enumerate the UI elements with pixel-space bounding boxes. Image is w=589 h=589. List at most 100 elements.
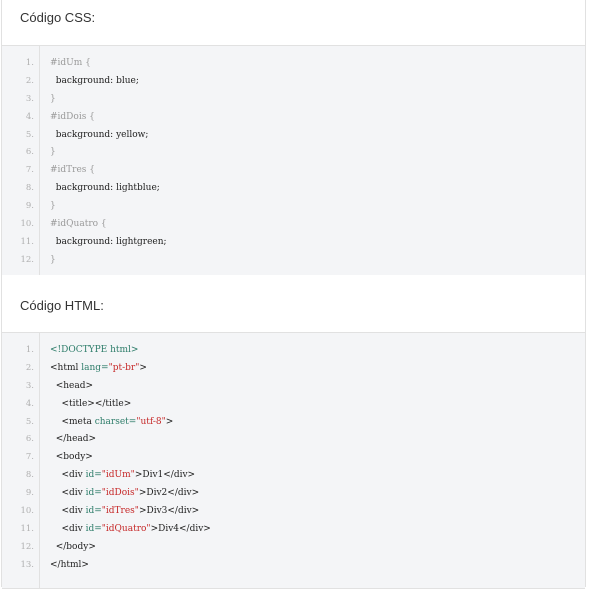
code-text: } (50, 91, 56, 109)
css-code-lines: 1. #idUm {2. background: blue; 3.} 4. #idDoi… (2, 55, 585, 270)
line-number: 12. (20, 541, 34, 552)
code-text: background: blue; (50, 73, 139, 91)
code-token: "pt-br" (108, 362, 140, 373)
code-line: 2. background: blue; (2, 73, 585, 91)
code-token: } (50, 147, 56, 158)
code-token: <html (50, 362, 82, 373)
code-line: 5. background: yellow; (2, 127, 585, 145)
code-token: </head> (50, 434, 97, 445)
code-text: <head> (50, 378, 93, 396)
code-line: 11. <div id="idQuatro">Div4</div> (2, 521, 585, 539)
code-token: > (165, 416, 174, 427)
code-text: #idUm { (50, 55, 91, 73)
code-text: #idTres { (50, 162, 95, 180)
code-token: >Div2</div> (138, 488, 200, 499)
code-line: 9. <div id="idDois">Div2</div> (2, 485, 585, 503)
code-token: } (50, 201, 56, 212)
code-token: </body> (50, 541, 96, 552)
code-token: #idQuatro { (50, 219, 107, 230)
code-text: </html> (50, 557, 89, 575)
code-token: "idDois" (101, 488, 139, 499)
code-token: background: blue; (50, 75, 139, 86)
line-number: 6. (25, 147, 34, 158)
code-token: <head> (50, 380, 94, 391)
code-line: 12.} (2, 252, 585, 270)
code-line: 1. <!DOCTYPE html> (2, 342, 585, 360)
html-section-title: Código HTML: (20, 298, 104, 313)
code-token: background: lightblue; (50, 183, 160, 194)
code-token: charset= (94, 416, 137, 427)
code-token: "utf-8" (136, 416, 166, 427)
line-number: 2. (25, 362, 34, 373)
code-line: 12. </body> (2, 539, 585, 557)
code-line: 6. </head> (2, 431, 585, 449)
code-text: <div id="idQuatro">Div4</div> (50, 521, 210, 539)
code-line: 8. <div id="idUm">Div1</div> (2, 467, 585, 485)
code-line: 11. background: lightgreen; (2, 234, 585, 252)
code-token: >Div1</div> (134, 470, 196, 481)
code-token: } (50, 93, 56, 104)
code-token: "idTres" (101, 506, 139, 517)
line-number: 9. (25, 488, 34, 499)
line-number: 11. (20, 236, 34, 247)
code-text: <!DOCTYPE html> (50, 342, 138, 360)
code-text: background: lightgreen; (50, 234, 167, 252)
code-token: >Div3</div> (138, 506, 200, 517)
code-text: <div id="idTres">Div3</div> (50, 503, 199, 521)
line-number: 1. (25, 58, 34, 68)
code-text: background: lightblue; (50, 180, 160, 198)
code-text: } (50, 144, 56, 162)
code-line: 7. <body> (2, 449, 585, 467)
code-text: } (50, 252, 56, 270)
line-number: 12. (20, 254, 34, 265)
line-number: 1. (25, 345, 34, 355)
code-line: 13. </html> (2, 557, 585, 575)
code-token: background: yellow; (50, 129, 149, 140)
html-code-lines: 1. <!DOCTYPE html> 2. <html lang="pt-br"> 3.… (2, 342, 585, 575)
code-line: 5. <meta charset="utf-8"> (2, 414, 585, 432)
css-code-block[interactable]: 1. #idUm {2. background: blue; 3.} 4. #idDoi… (2, 45, 585, 275)
line-number: 3. (25, 93, 34, 104)
code-token: "idQuatro" (101, 523, 151, 534)
code-token: <div (50, 523, 86, 534)
line-number: 6. (25, 434, 34, 445)
line-number: 7. (25, 452, 34, 463)
code-token: <title></title> (50, 398, 132, 409)
code-token: background: lightgreen; (50, 236, 167, 247)
code-line: 10. <div id="idTres">Div3</div> (2, 503, 585, 521)
code-token: id= (85, 470, 102, 481)
html-code-panel: Código HTML: 1. <!DOCTYPE html> 2. <html la… (1, 275, 586, 589)
line-number: 3. (25, 380, 34, 391)
line-number: 5. (25, 416, 34, 427)
code-token: <div (50, 506, 86, 517)
code-line: 3.} (2, 91, 585, 109)
code-token: "idUm" (101, 470, 135, 481)
line-number: 9. (25, 201, 34, 212)
code-token: id= (85, 488, 102, 499)
line-number: 2. (25, 75, 34, 86)
line-number: 8. (25, 470, 34, 481)
code-token: <div (50, 470, 86, 481)
code-text: <div id="idDois">Div2</div> (50, 485, 199, 503)
code-line: 9.} (2, 198, 585, 216)
code-line: 8. background: lightblue; (2, 180, 585, 198)
code-token: id= (85, 523, 102, 534)
code-token: id= (85, 506, 102, 517)
code-line: 6.} (2, 144, 585, 162)
code-text: <div id="idUm">Div1</div> (50, 467, 195, 485)
line-number: 10. (20, 219, 34, 230)
line-number: 7. (25, 165, 34, 176)
line-number: 4. (25, 111, 34, 122)
code-text: </body> (50, 539, 96, 557)
code-text: <meta charset="utf-8"> (50, 414, 173, 432)
code-token: <div (50, 488, 86, 499)
line-number: 5. (25, 129, 34, 140)
line-number: 10. (20, 506, 34, 517)
code-line: 2. <html lang="pt-br"> (2, 360, 585, 378)
line-number: 8. (25, 183, 34, 194)
code-text: background: yellow; (50, 127, 149, 145)
code-token: #idUm { (50, 58, 91, 68)
html-code-block[interactable]: 1. <!DOCTYPE html> 2. <html lang="pt-br"> 3.… (2, 332, 585, 589)
code-text: #idDois { (50, 109, 95, 127)
code-token: #idDois { (50, 111, 95, 122)
